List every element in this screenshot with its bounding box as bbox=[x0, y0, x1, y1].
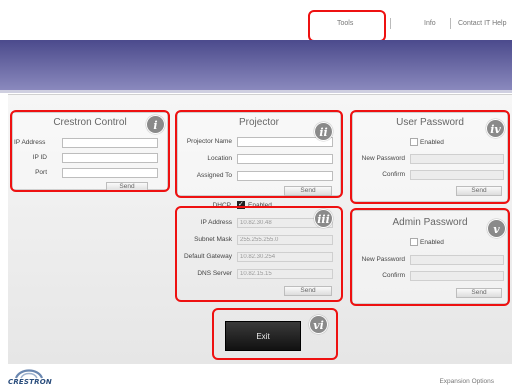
nav-contact-it-help[interactable]: Contact IT Help bbox=[458, 20, 507, 27]
crestron-logo: CRESTRON bbox=[8, 366, 58, 388]
expansion-options-link[interactable]: Expansion Options bbox=[439, 378, 494, 385]
callout-badge-vi: vi bbox=[309, 315, 328, 334]
header-banner bbox=[0, 40, 512, 90]
nav-info[interactable]: Info bbox=[424, 20, 436, 27]
nav-separator bbox=[390, 18, 391, 29]
nav-separator bbox=[450, 18, 451, 29]
callout-badge-i: i bbox=[146, 115, 165, 134]
callout-badge-v: v bbox=[487, 219, 506, 238]
crestron-logo-text: CRESTRON bbox=[8, 378, 52, 386]
callout-frame-v bbox=[350, 208, 510, 306]
top-navigation: Tools Info Contact IT Help bbox=[0, 0, 512, 40]
footer bbox=[0, 364, 512, 392]
callout-badge-iv: iv bbox=[486, 119, 505, 138]
callout-badge-iii: iii bbox=[314, 209, 333, 228]
header-stripe bbox=[0, 90, 512, 93]
callout-badge-ii: ii bbox=[314, 122, 333, 141]
tools-highlight bbox=[308, 10, 386, 42]
